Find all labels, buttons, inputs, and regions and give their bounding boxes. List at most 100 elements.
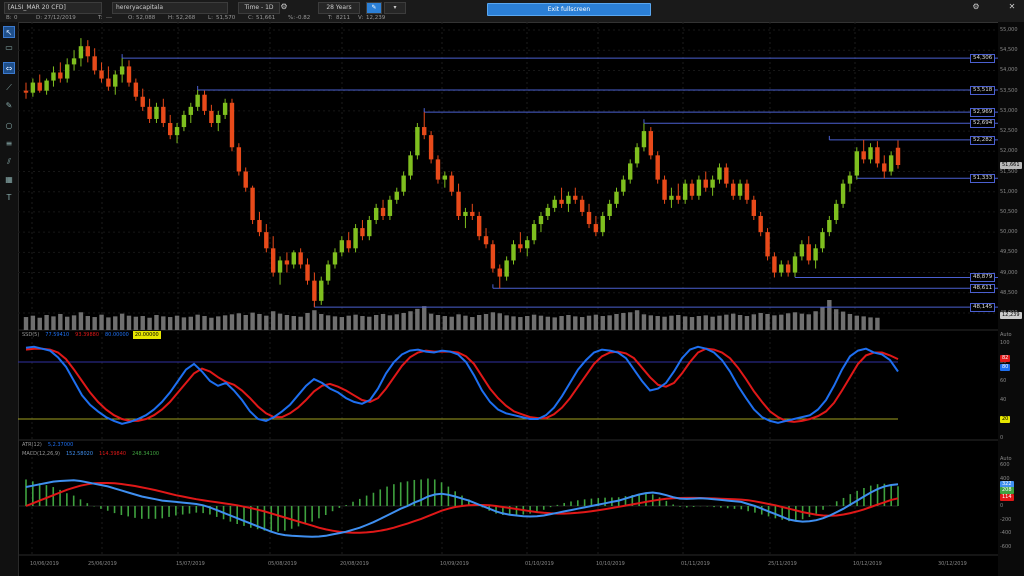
volume-bar bbox=[772, 315, 777, 330]
volume-bar bbox=[99, 314, 104, 330]
level-label: 54,306 bbox=[970, 54, 996, 64]
candle-body bbox=[367, 220, 372, 237]
volume-bar bbox=[415, 308, 420, 330]
candle-body bbox=[497, 268, 502, 277]
volume-bar bbox=[305, 312, 310, 330]
candle-body bbox=[792, 256, 798, 273]
candle-body bbox=[648, 131, 654, 156]
volume-bar bbox=[731, 313, 736, 330]
volume-bar bbox=[250, 312, 255, 330]
candle-body bbox=[751, 199, 757, 216]
volume-bar bbox=[792, 312, 798, 330]
volume-bar bbox=[92, 317, 97, 330]
candle-body bbox=[717, 167, 722, 180]
candle-body bbox=[161, 106, 166, 124]
candle-body bbox=[882, 163, 887, 172]
candle-body bbox=[490, 244, 496, 269]
volume-bar bbox=[586, 315, 592, 330]
volume-bar bbox=[167, 317, 173, 330]
volume-bar bbox=[573, 316, 578, 330]
volume-bar bbox=[868, 317, 873, 330]
macd-header-item: 152.58020 bbox=[65, 451, 94, 457]
candle-body bbox=[483, 236, 489, 245]
volume-bar bbox=[518, 317, 523, 330]
candle-body bbox=[380, 207, 386, 216]
volume-bar bbox=[566, 315, 571, 330]
volume-bar bbox=[325, 315, 331, 330]
candle-body bbox=[415, 127, 420, 156]
volume-bar bbox=[854, 315, 860, 330]
macd-line bbox=[25, 479, 899, 538]
candle-body bbox=[682, 183, 688, 200]
candle-body bbox=[270, 248, 276, 273]
volume-bar bbox=[682, 316, 688, 330]
candle-body bbox=[325, 264, 331, 281]
candle-body bbox=[847, 175, 853, 184]
price-tick-label: 50,000 bbox=[1000, 229, 1018, 236]
volume-bar bbox=[353, 314, 358, 330]
volume-bar bbox=[202, 316, 207, 330]
candle-body bbox=[676, 195, 681, 200]
volume-bar bbox=[85, 316, 90, 330]
candle-body bbox=[174, 127, 180, 136]
candle-body bbox=[257, 220, 262, 233]
volume-bar bbox=[779, 314, 784, 330]
volume-bar bbox=[222, 315, 228, 330]
volume-bar bbox=[737, 315, 743, 330]
candle-body bbox=[64, 64, 70, 79]
volume-bar bbox=[30, 315, 36, 330]
volume-bar bbox=[113, 316, 118, 330]
volume-bar bbox=[78, 312, 84, 330]
volume-bar bbox=[37, 317, 42, 330]
stoch-axis-label: 60 bbox=[1000, 378, 1007, 384]
level-label: 52,969 bbox=[970, 108, 996, 118]
volume-bar bbox=[827, 300, 832, 330]
stoch-k-tag: 82 bbox=[1000, 355, 1011, 363]
volume-bar bbox=[319, 313, 324, 330]
candle-body bbox=[195, 94, 200, 107]
candle-body bbox=[511, 244, 516, 261]
volume-bar bbox=[284, 315, 290, 330]
volume-bar bbox=[724, 314, 729, 330]
candle-body bbox=[250, 187, 255, 221]
candle-body bbox=[868, 147, 873, 160]
candle-body bbox=[545, 207, 551, 216]
candle-body bbox=[737, 183, 743, 196]
macd-axis-label: 0 bbox=[1000, 503, 1004, 509]
volume-bar bbox=[373, 315, 379, 330]
macd-header-item: 114.39840 bbox=[99, 451, 127, 457]
volume-bar bbox=[545, 316, 551, 330]
volume-bar bbox=[257, 313, 262, 330]
macd-signal-tag: 114 bbox=[1000, 493, 1014, 501]
candle-body bbox=[861, 151, 866, 160]
volume-bar bbox=[758, 312, 763, 330]
volume-bar bbox=[476, 315, 482, 330]
candle-body bbox=[525, 240, 530, 249]
macd-header-item: MACD(12,26,9) bbox=[22, 451, 60, 457]
price-tick-label: 53,500 bbox=[1000, 87, 1018, 94]
volume-bar bbox=[614, 313, 619, 330]
level-label: 52,282 bbox=[970, 135, 996, 145]
macd-signal-line bbox=[25, 482, 899, 534]
candle-body bbox=[600, 215, 605, 233]
date-tick-label: 10/12/2019 bbox=[853, 561, 882, 567]
price-tick-label: 52,000 bbox=[1000, 148, 1018, 155]
candle-body bbox=[442, 175, 448, 180]
volume-bar bbox=[847, 313, 853, 330]
candle-body bbox=[669, 195, 674, 200]
date-tick-label: 10/06/2019 bbox=[30, 561, 59, 567]
candle-body bbox=[552, 199, 557, 208]
candle-body bbox=[202, 94, 207, 111]
volume-bar bbox=[229, 314, 235, 330]
candle-body bbox=[99, 70, 104, 79]
chart-canvas[interactable] bbox=[0, 0, 1024, 576]
candle-body bbox=[216, 114, 221, 124]
volume-bar bbox=[607, 315, 612, 330]
price-tick-label: 49,500 bbox=[1000, 249, 1018, 256]
candle-body bbox=[504, 260, 509, 277]
date-tick-label: 15/07/2019 bbox=[176, 561, 205, 567]
volume-bar bbox=[181, 317, 187, 330]
volume-bar bbox=[133, 316, 139, 330]
candle-body bbox=[731, 183, 736, 196]
candle-body bbox=[140, 96, 145, 107]
